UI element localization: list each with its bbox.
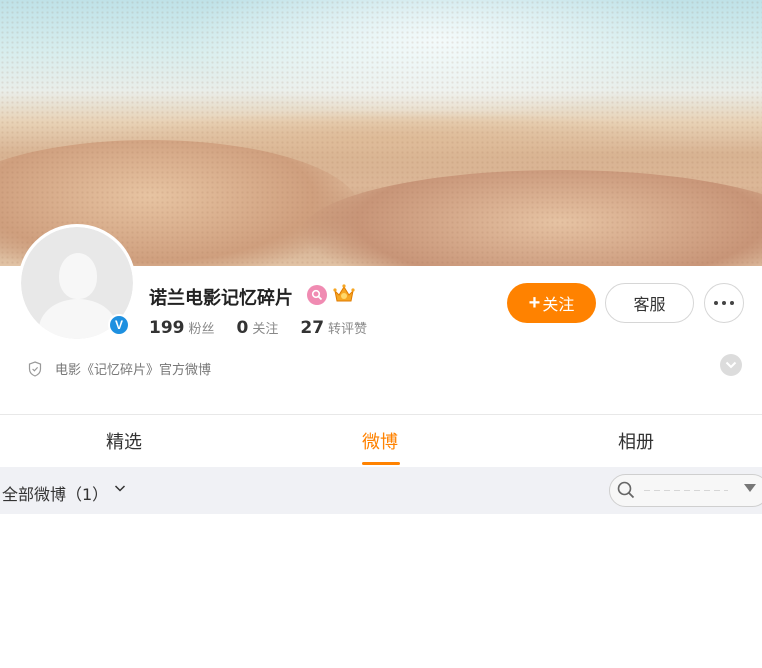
tab-album[interactable]: 相册	[618, 428, 654, 454]
customer-service-button[interactable]: 客服	[605, 283, 694, 323]
tab-featured[interactable]: 精选	[106, 428, 142, 454]
profile-description: 电影《记忆碎片》官方微博	[28, 359, 211, 378]
stat-label: 关注	[252, 322, 279, 337]
stat-label: 转评赞	[328, 322, 368, 337]
search-placeholder-line	[644, 490, 728, 491]
follow-label: 关注	[542, 297, 575, 314]
search-dropdown-caret-icon[interactable]	[744, 484, 756, 492]
profile-name: 诺兰电影记忆碎片	[149, 288, 293, 309]
verified-v-icon: V	[108, 314, 130, 336]
cover-image	[0, 0, 762, 266]
search-icon	[617, 481, 635, 499]
chevron-down-icon[interactable]	[114, 482, 126, 494]
stat-number: 0	[236, 318, 249, 338]
follow-button[interactable]: + 关注	[507, 283, 596, 323]
stat-number: 27	[300, 318, 325, 338]
pink-search-badge-icon[interactable]	[307, 285, 327, 305]
tab-weibo[interactable]: 微博	[362, 428, 398, 454]
shield-icon	[28, 360, 42, 377]
profile-page: V 诺兰电影记忆碎片 199 粉丝 0 关注 27 转评赞 + 关注 客服 电影…	[0, 0, 762, 668]
plus-icon: +	[528, 292, 541, 314]
stat-number: 199	[149, 318, 185, 338]
profile-stats: 199 粉丝 0 关注 27 转评赞	[149, 318, 389, 338]
filter-all-weibo[interactable]: 全部微博（1）	[2, 481, 108, 505]
stat-followers[interactable]: 199 粉丝	[149, 318, 215, 338]
active-tab-indicator	[362, 462, 400, 465]
stat-label: 粉丝	[188, 322, 215, 337]
stat-reposts-likes[interactable]: 27 转评赞	[300, 318, 367, 338]
search-input[interactable]	[640, 482, 726, 500]
chevron-down-icon[interactable]	[720, 354, 742, 376]
stat-following[interactable]: 0 关注	[237, 318, 279, 338]
divider	[0, 414, 762, 415]
description-text: 电影《记忆碎片》官方微博	[55, 363, 212, 378]
more-dots-icon[interactable]	[704, 283, 744, 323]
crown-icon[interactable]	[332, 283, 356, 305]
